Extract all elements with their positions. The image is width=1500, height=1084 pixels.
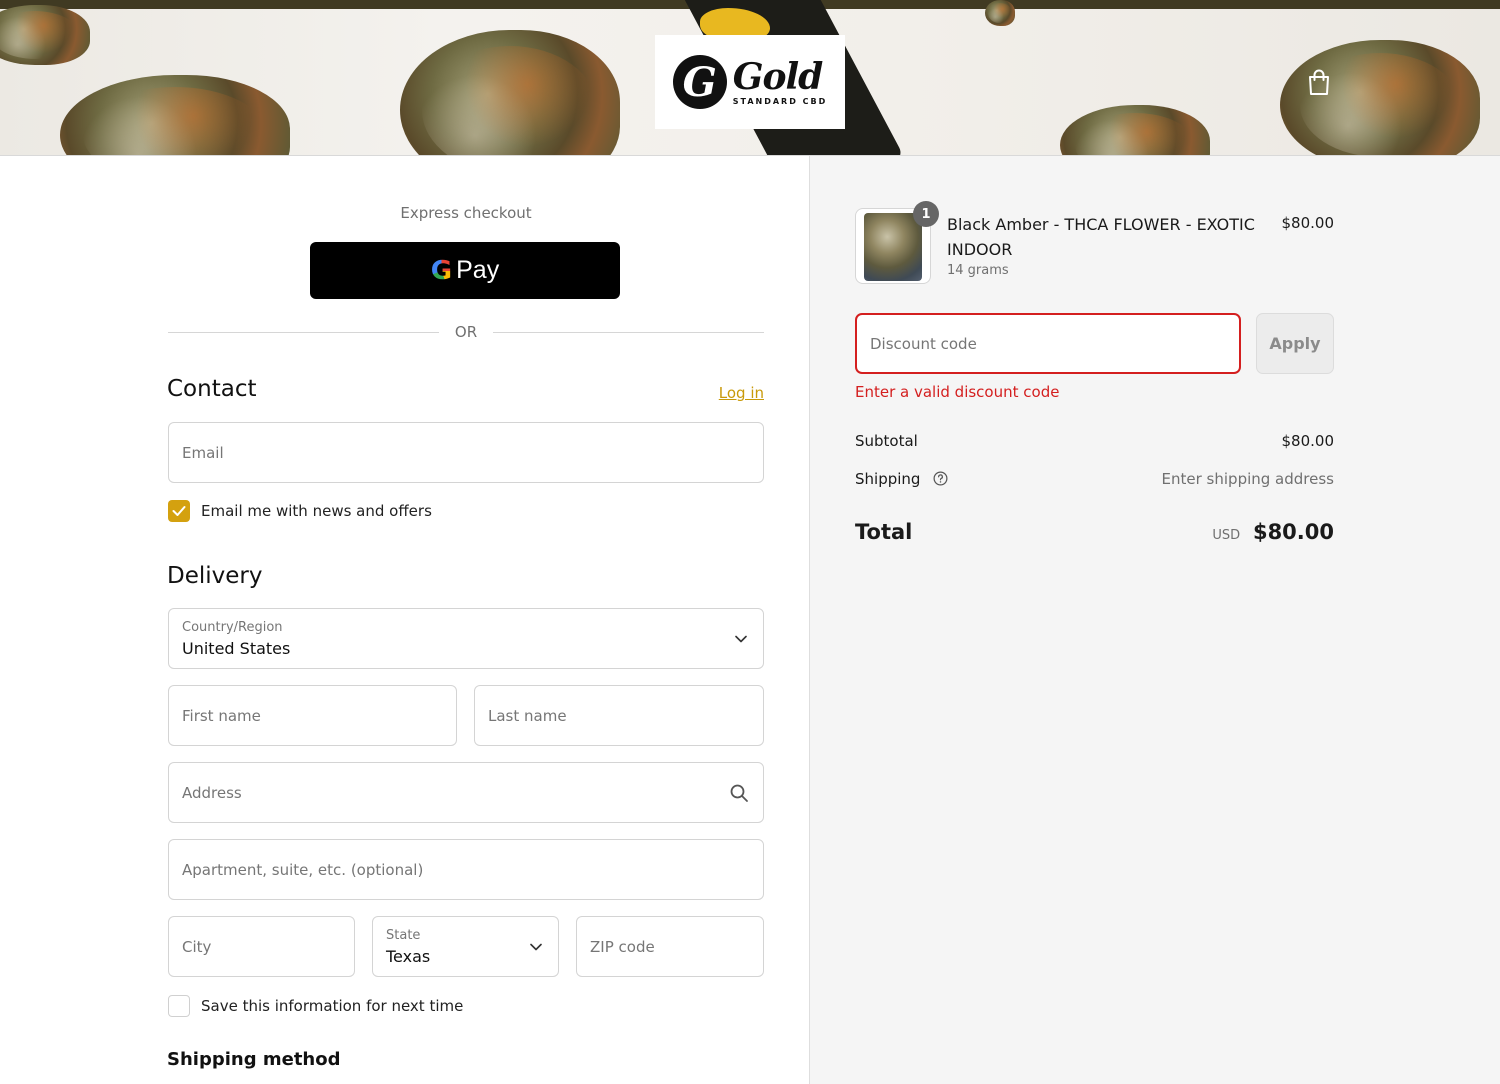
save-info-label: Save this information for next time <box>201 997 464 1015</box>
news-offers-label: Email me with news and offers <box>201 502 432 520</box>
express-checkout-label: Express checkout <box>400 204 532 222</box>
google-pay-label: Pay <box>456 256 500 284</box>
total-row: Total USD $80.00 <box>855 520 1334 544</box>
subtotal-value: $80.00 <box>1281 432 1335 450</box>
address-field[interactable]: Address <box>168 762 764 823</box>
google-g-icon: G <box>430 255 453 286</box>
logo-wordmark: Gold <box>732 55 824 98</box>
checkmark-icon <box>172 506 186 516</box>
state-select[interactable]: State Texas <box>372 916 559 977</box>
save-info-checkbox[interactable] <box>168 995 190 1017</box>
store-logo[interactable]: G Gold STANDARD CBD <box>655 35 845 129</box>
order-summary-panel: 1 Black Amber - THCA FLOWER - EXOTIC IND… <box>809 156 1500 1084</box>
shopping-bag-icon <box>1309 69 1329 95</box>
chevron-down-icon <box>530 943 542 950</box>
city-field[interactable]: City <box>168 916 355 977</box>
address-placeholder: Address <box>182 783 242 802</box>
banner-bud-image <box>60 75 290 155</box>
banner-bud-image <box>0 5 90 65</box>
apartment-placeholder: Apartment, suite, etc. (optional) <box>182 860 424 879</box>
save-info-option[interactable]: Save this information for next time <box>168 995 463 1017</box>
apartment-field[interactable]: Apartment, suite, etc. (optional) <box>168 839 764 900</box>
country-label: Country/Region <box>182 620 283 635</box>
first-name-placeholder: First name <box>182 706 261 725</box>
product-name: Black Amber - THCA FLOWER - EXOTIC INDOO… <box>947 215 1255 259</box>
contact-heading: Contact <box>167 376 257 402</box>
state-label: State <box>386 928 421 943</box>
total-label: Total <box>855 520 913 544</box>
login-link[interactable]: Log in <box>700 384 764 402</box>
country-select[interactable]: Country/Region United States <box>168 608 764 669</box>
total-value: $80.00 <box>1252 520 1334 544</box>
checkout-form-panel: Express checkout G Pay OR Contact Log in… <box>0 156 809 1084</box>
header-banner: G Gold STANDARD CBD <box>0 0 1500 156</box>
delivery-heading: Delivery <box>167 563 263 589</box>
help-circle-icon[interactable] <box>933 471 948 486</box>
shipping-value: Enter shipping address <box>1161 470 1334 488</box>
discount-code-placeholder: Discount code <box>870 334 977 353</box>
product-image <box>864 213 922 281</box>
subtotal-label: Subtotal <box>855 432 918 450</box>
banner-bud-image <box>400 30 620 155</box>
city-placeholder: City <box>182 937 212 956</box>
state-value: Texas <box>386 947 431 966</box>
email-placeholder: Email <box>182 443 224 462</box>
quantity-badge: 1 <box>913 201 939 227</box>
news-offers-option[interactable]: Email me with news and offers <box>168 500 432 522</box>
last-name-placeholder: Last name <box>488 706 567 725</box>
logo-mark: G <box>672 55 727 109</box>
banner-bud-image <box>1060 105 1210 155</box>
discount-code-field[interactable]: Discount code <box>855 313 1241 374</box>
zip-field[interactable]: ZIP code <box>576 916 764 977</box>
banner-bud-image <box>1280 40 1480 155</box>
or-divider: OR <box>168 320 765 344</box>
logo-subtitle: STANDARD CBD <box>732 96 828 106</box>
shipping-label: Shipping <box>855 470 921 488</box>
product-price: $80.00 <box>1281 214 1335 232</box>
shipping-method-heading: Shipping method <box>167 1049 341 1070</box>
shipping-row: Shipping Enter shipping address <box>855 470 1334 488</box>
email-field[interactable]: Email <box>168 422 764 483</box>
banner-bud-image <box>985 0 1015 26</box>
discount-error-message: Enter a valid discount code <box>855 383 1060 401</box>
product-variant: 14 grams <box>947 263 1009 278</box>
search-icon <box>730 784 748 802</box>
last-name-field[interactable]: Last name <box>474 685 764 746</box>
news-offers-checkbox[interactable] <box>168 500 190 522</box>
apply-discount-button[interactable]: Apply <box>1256 313 1334 374</box>
chevron-down-icon <box>735 635 747 642</box>
total-currency: USD <box>1212 528 1241 543</box>
country-value: United States <box>182 639 291 658</box>
zip-placeholder: ZIP code <box>590 937 655 956</box>
subtotal-row: Subtotal $80.00 <box>855 432 1334 450</box>
first-name-field[interactable]: First name <box>168 685 457 746</box>
or-label: OR <box>454 323 478 341</box>
google-pay-button[interactable]: G Pay <box>310 242 620 299</box>
cart-button[interactable] <box>1306 68 1332 96</box>
